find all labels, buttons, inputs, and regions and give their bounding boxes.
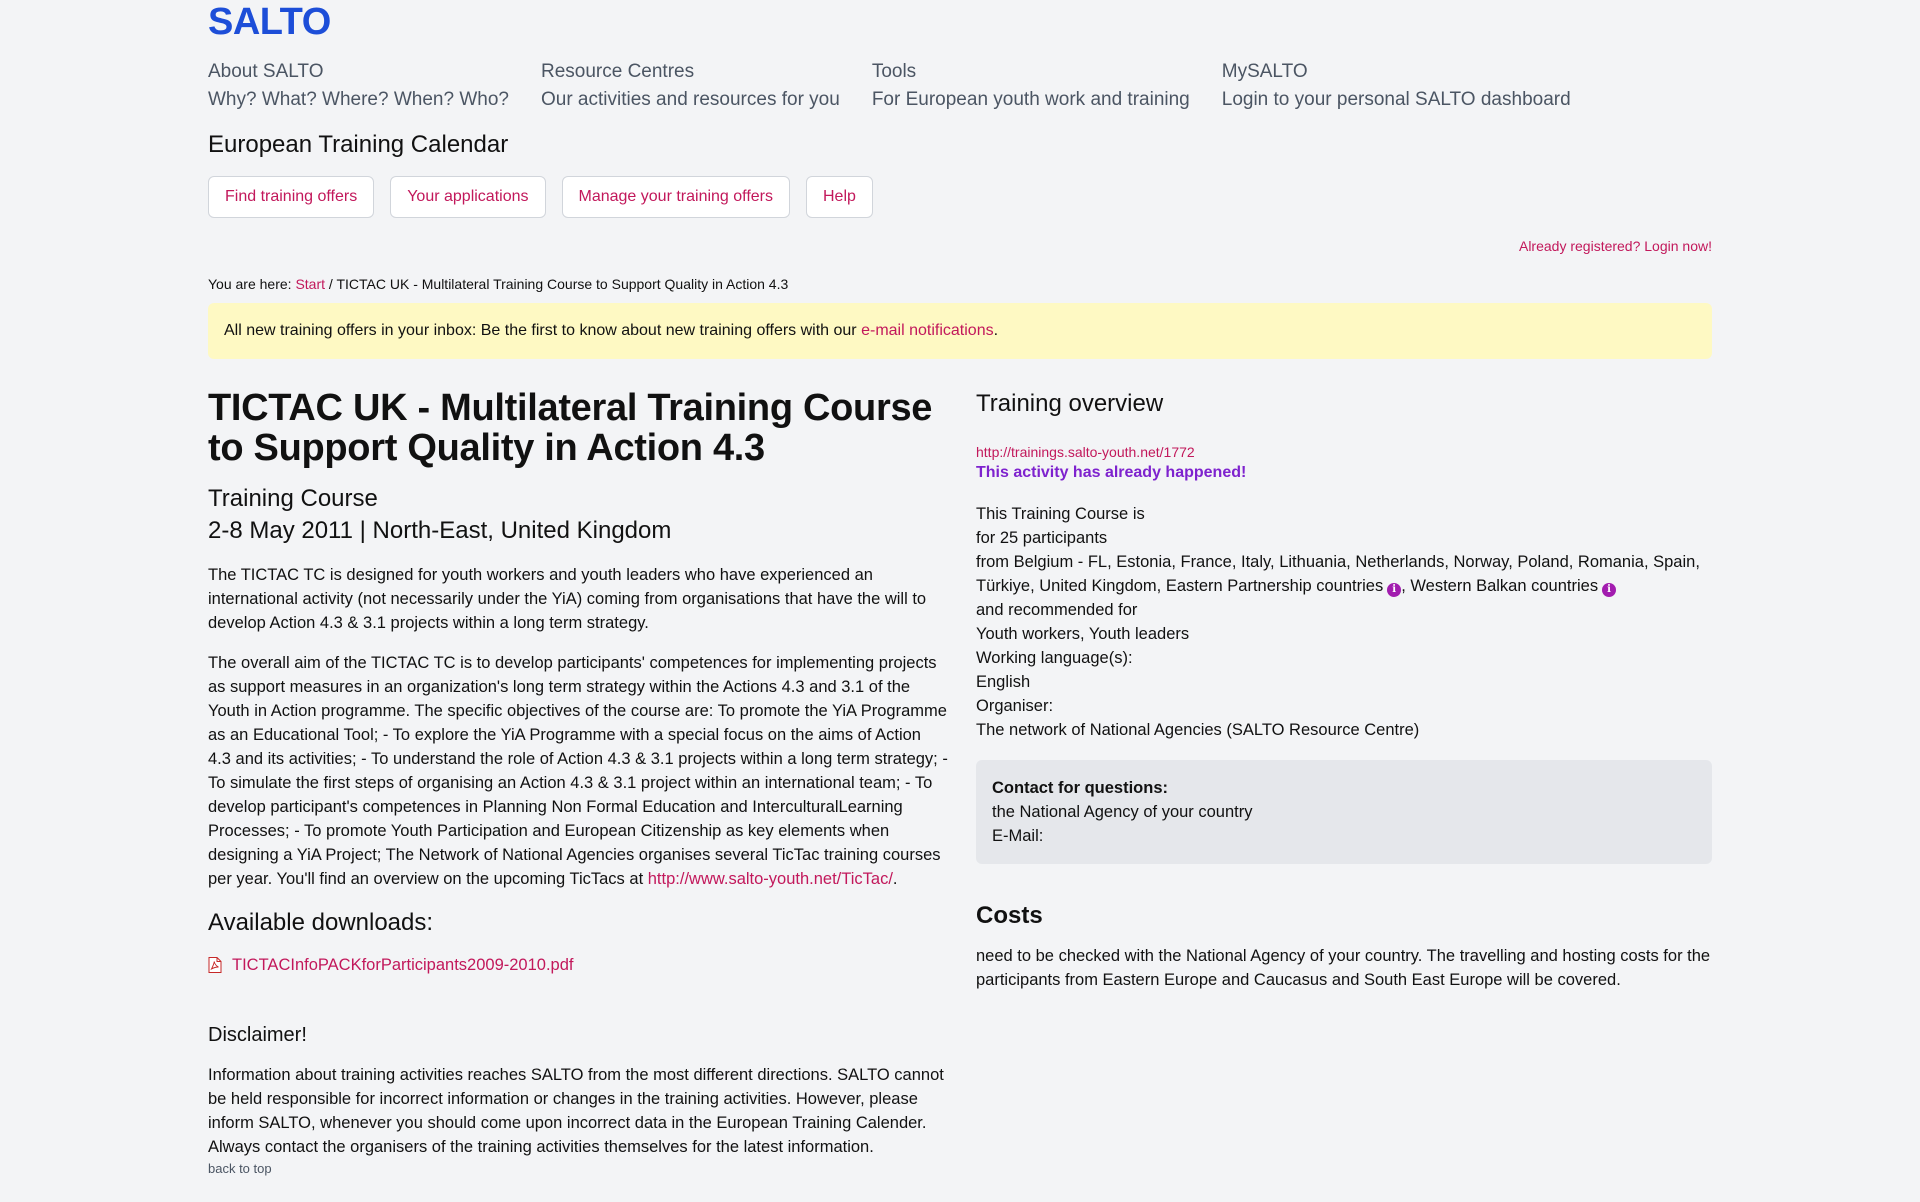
- status-message: This activity has already happened!: [976, 464, 1247, 481]
- notice-text: All new training offers in your inbox: B…: [224, 322, 857, 339]
- pdf-download-link[interactable]: TICTACInfoPACKforParticipants2009-2010.p…: [232, 953, 573, 977]
- organiser-value: The network of National Agencies (SALTO …: [976, 721, 1420, 739]
- recommended-value: Youth workers, Youth leaders: [976, 625, 1190, 643]
- tab-manage-training-offers[interactable]: Manage your training offers: [561, 176, 790, 218]
- breadcrumb-current: TICTAC UK - Multilateral Training Course…: [336, 276, 789, 292]
- contact-value: the National Agency of your country: [992, 803, 1253, 821]
- salto-logo[interactable]: SALTO: [208, 2, 331, 42]
- description-paragraph: The TICTAC TC is designed for youth work…: [208, 566, 927, 632]
- calendar-title[interactable]: European Training Calendar: [208, 128, 508, 162]
- breadcrumb-prefix: You are here:: [208, 276, 292, 292]
- aims-text: The overall aim of the TICTAC TC is to d…: [208, 654, 948, 888]
- tab-help[interactable]: Help: [805, 176, 873, 218]
- training-overview: Training overview http://trainings.salto…: [976, 388, 1712, 992]
- breadcrumb-separator: /: [328, 276, 333, 292]
- breadcrumb: You are here: Start / TICTAC UK - Multil…: [208, 274, 788, 294]
- nav-subtitle: Our activities and resources for you: [540, 89, 840, 110]
- nav-mysalto[interactable]: MySALTO Login to your personal SALTO das…: [1222, 58, 1571, 114]
- nav-title: MySALTO: [1221, 61, 1308, 82]
- nav-about-salto[interactable]: About SALTO Why? What? Where? When? Who?: [208, 58, 509, 114]
- info-icon[interactable]: i: [1602, 583, 1617, 597]
- breadcrumb-start-link[interactable]: Start: [295, 276, 325, 292]
- nav-tools[interactable]: Tools For European youth work and traini…: [872, 58, 1190, 114]
- info-icon[interactable]: i: [1387, 583, 1402, 597]
- contact-label: Contact for questions:: [992, 779, 1168, 797]
- languages-value: English: [976, 673, 1031, 691]
- back-to-top-link[interactable]: back to top: [208, 1161, 948, 1177]
- activity-url-link[interactable]: http://trainings.salto-youth.net/1772: [976, 442, 1712, 462]
- page-title: TICTAC UK - Multilateral Training Course…: [208, 387, 933, 469]
- nav-subtitle: For European youth work and training: [871, 89, 1190, 110]
- disclaimer-text: Information about training activities re…: [208, 1066, 944, 1156]
- email-notification-banner: All new training offers in your inbox: B…: [208, 303, 1712, 359]
- disclaimer-heading: Disclaimer!: [208, 1024, 307, 1046]
- course-type-line: This Training Course is: [976, 505, 1145, 523]
- notice-end: .: [993, 322, 999, 339]
- tab-find-training-offers[interactable]: Find training offers: [208, 176, 375, 218]
- costs-heading: Costs: [976, 902, 1043, 929]
- western-balkan-text: , Western Balkan countries: [1401, 577, 1599, 595]
- nav-title: Resource Centres: [540, 61, 695, 82]
- tictac-link[interactable]: http://www.salto-youth.net/TicTac/: [648, 870, 893, 888]
- download-item[interactable]: TICTACInfoPACKforParticipants2009-2010.p…: [208, 953, 948, 977]
- nav-subtitle: Why? What? Where? When? Who?: [208, 89, 509, 110]
- languages-label: Working language(s):: [976, 649, 1133, 667]
- countries-line: from Belgium - FL, Estonia, France, Ital…: [976, 550, 1712, 598]
- aims-paragraph: The overall aim of the TICTAC TC is to d…: [208, 651, 948, 891]
- overview-heading: Training overview: [976, 390, 1164, 417]
- costs-text: need to be checked with the National Age…: [976, 947, 1711, 989]
- email-label: E-Mail:: [992, 827, 1044, 845]
- activity-type: Training Course: [208, 485, 378, 512]
- tab-your-applications[interactable]: Your applications: [390, 176, 546, 218]
- overview-details: This Training Course is for 25 participa…: [976, 502, 1712, 742]
- nav-title: Tools: [871, 61, 917, 82]
- downloads-heading: Available downloads:: [208, 909, 434, 936]
- organiser-label: Organiser:: [976, 697, 1054, 715]
- nav-resource-centres[interactable]: Resource Centres Our activities and reso…: [541, 58, 840, 114]
- top-nav: About SALTO Why? What? Where? When? Who?…: [208, 58, 1603, 114]
- email-notifications-link[interactable]: e-mail notifications: [861, 322, 994, 339]
- main-content: TICTAC UK - Multilateral Training Course…: [208, 388, 948, 1177]
- recommended-label: and recommended for: [976, 601, 1138, 619]
- contact-box: Contact for questions: the National Agen…: [976, 760, 1712, 864]
- date-location: 2-8 May 2011 | North-East, United Kingdo…: [208, 517, 672, 544]
- participants-line: for 25 participants: [976, 529, 1108, 547]
- login-link[interactable]: Already registered? Login now!: [1519, 236, 1712, 256]
- calendar-tabs: Find training offers Your applications M…: [208, 176, 889, 218]
- pdf-icon: [208, 957, 222, 973]
- nav-subtitle: Login to your personal SALTO dashboard: [1221, 89, 1571, 110]
- nav-title: About SALTO: [208, 61, 324, 82]
- aims-end: .: [892, 870, 898, 888]
